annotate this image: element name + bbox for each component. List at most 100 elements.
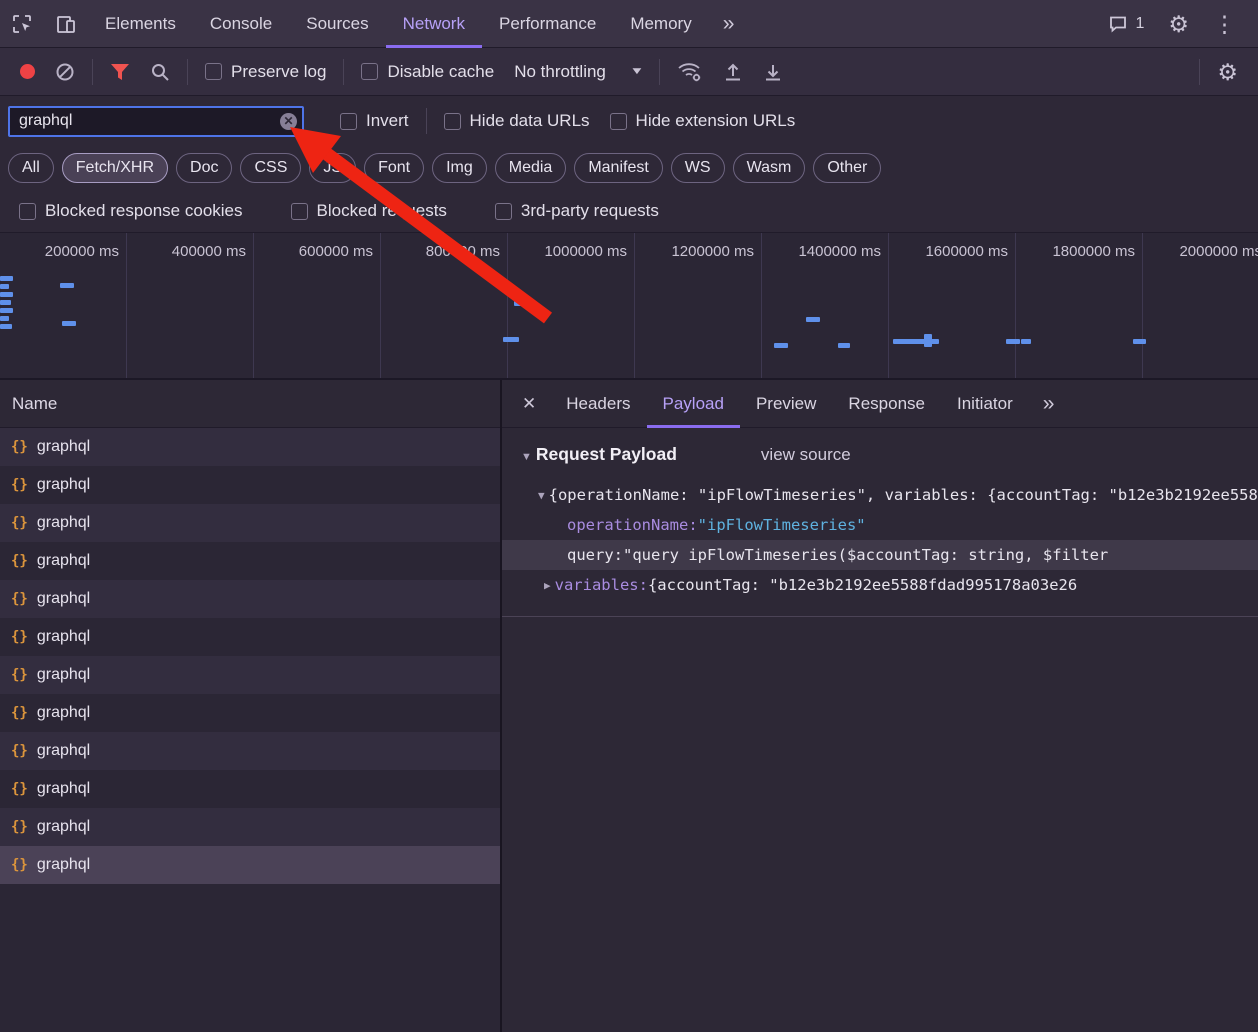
devtools-tab-memory[interactable]: Memory <box>613 0 708 48</box>
type-chip-ws[interactable]: WS <box>671 153 725 183</box>
checkbox-box[interactable] <box>291 203 308 220</box>
network-settings-gear-icon[interactable]: ⚙ <box>1207 48 1248 96</box>
request-row[interactable]: {} graphql <box>0 542 500 580</box>
request-row[interactable]: {}graphql <box>0 504 500 542</box>
search-network-button[interactable] <box>140 54 180 90</box>
json-file-icon: {} <box>11 819 28 835</box>
divider <box>659 59 660 85</box>
devtools-tab-elements[interactable]: Elements <box>88 0 193 48</box>
filter-input[interactable] <box>8 106 304 137</box>
chevron-down-icon: ▼ <box>629 66 644 77</box>
request-name: graphql <box>37 552 90 570</box>
preserve-log-checkbox[interactable]: Preserve log <box>195 62 336 82</box>
payload-entry-operationName[interactable]: operationName: "ipFlowTimeseries" <box>502 510 1258 540</box>
device-toolbar-button[interactable] <box>44 0 88 48</box>
checkbox-box[interactable] <box>610 113 627 130</box>
request-row[interactable]: {}graphql <box>0 618 500 656</box>
checkbox-box[interactable] <box>19 203 36 220</box>
timeline-tick-label: 1400000 ms <box>798 243 881 260</box>
request-row[interactable]: {}graphql <box>0 732 500 770</box>
settings-gear-icon[interactable]: ⚙ <box>1158 0 1199 48</box>
type-chip-js[interactable]: JS <box>309 153 356 183</box>
funnel-icon <box>110 63 130 81</box>
request-row[interactable]: {}graphql <box>0 580 500 618</box>
kebab-menu-icon[interactable]: ⋮ <box>1203 0 1246 48</box>
checkbox-box[interactable] <box>340 113 357 130</box>
name-column-header[interactable]: Name <box>0 380 500 428</box>
section-divider <box>502 616 1258 617</box>
hide-data-urls-checkbox[interactable]: Hide data URLs <box>434 111 600 131</box>
more-panels-button[interactable]: » <box>709 12 749 36</box>
hide-extension-urls-checkbox[interactable]: Hide extension URLs <box>600 111 806 131</box>
device-toolbar-icon <box>55 13 77 35</box>
request-row[interactable]: {}graphql <box>0 770 500 808</box>
divider <box>1199 59 1200 85</box>
third-party-requests-checkbox[interactable]: 3rd-party requests <box>485 201 669 221</box>
devtools-tab-network[interactable]: Network <box>386 0 482 48</box>
timeline-overview[interactable]: 200000 ms400000 ms600000 ms800000 ms1000… <box>0 233 1258 380</box>
payload-value: {accountTag: "b12e3b2192ee5588fdad995178… <box>648 576 1077 594</box>
type-chip-media[interactable]: Media <box>495 153 567 183</box>
filter-toggle-button[interactable] <box>100 54 140 90</box>
collapse-triangle-icon[interactable]: ▼ <box>538 489 545 502</box>
expand-triangle-icon[interactable]: ▶ <box>544 579 551 592</box>
timeline-tick-label: 1600000 ms <box>925 243 1008 260</box>
close-icon[interactable]: ✕ <box>508 394 550 414</box>
request-row[interactable]: {}graphql <box>0 466 500 504</box>
view-source-link[interactable]: view source <box>761 445 851 465</box>
type-chip-wasm[interactable]: Wasm <box>733 153 806 183</box>
inspect-icon <box>11 13 33 35</box>
record-network-log-button[interactable] <box>10 54 45 90</box>
clear-filter-icon[interactable]: ✕ <box>280 113 297 130</box>
checkbox-box[interactable] <box>495 203 512 220</box>
more-detail-tabs-button[interactable]: » <box>1029 392 1069 416</box>
details-tab-bar: ✕ HeadersPayloadPreviewResponseInitiator… <box>502 380 1258 428</box>
type-chip-other[interactable]: Other <box>813 153 881 183</box>
request-row[interactable]: {}graphql <box>0 428 500 466</box>
json-file-icon: {} <box>11 743 28 759</box>
network-conditions-button[interactable] <box>667 54 713 90</box>
type-chip-font[interactable]: Font <box>364 153 424 183</box>
devtools-tab-sources[interactable]: Sources <box>289 0 385 48</box>
console-messages-button[interactable]: 1 <box>1098 14 1154 34</box>
filter-bar: ✕ Invert Hide data URLs Hide extension U… <box>0 96 1258 146</box>
export-har-button[interactable] <box>753 54 793 90</box>
details-tab-preview[interactable]: Preview <box>740 380 832 428</box>
clear-network-log-button[interactable] <box>45 54 85 90</box>
disable-cache-checkbox[interactable]: Disable cache <box>351 62 504 82</box>
payload-entry-variables[interactable]: ▶variables: {accountTag: "b12e3b2192ee55… <box>502 570 1258 600</box>
payload-root-row[interactable]: ▼ {operationName: "ipFlowTimeseries", va… <box>502 480 1258 510</box>
devtools-tab-bar: ElementsConsoleSourcesNetworkPerformance… <box>0 0 1258 48</box>
request-row[interactable]: {}graphql <box>0 694 500 732</box>
blocked-requests-checkbox[interactable]: Blocked requests <box>281 201 457 221</box>
import-har-button[interactable] <box>713 54 753 90</box>
checkbox-box[interactable] <box>205 63 222 80</box>
devtools-tab-console[interactable]: Console <box>193 0 289 48</box>
invert-checkbox[interactable]: Invert <box>330 111 419 131</box>
timeline-segment: 800000 ms <box>381 233 508 378</box>
details-tab-payload[interactable]: Payload <box>647 380 740 428</box>
json-file-icon: {} <box>11 553 28 569</box>
type-chip-fetch-xhr[interactable]: Fetch/XHR <box>62 153 168 183</box>
request-row[interactable]: {}graphql <box>0 808 500 846</box>
checkbox-box[interactable] <box>361 63 378 80</box>
details-tab-response[interactable]: Response <box>832 380 941 428</box>
type-chip-all[interactable]: All <box>8 153 54 183</box>
request-row[interactable]: {}graphql <box>0 846 500 884</box>
divider <box>426 108 427 134</box>
type-chip-css[interactable]: CSS <box>240 153 301 183</box>
payload-entry-query[interactable]: query: "query ipFlowTimeseries($accountT… <box>502 540 1258 570</box>
throttling-select[interactable]: No throttling ▼ <box>504 62 652 82</box>
blocked-response-cookies-checkbox[interactable]: Blocked response cookies <box>9 201 253 221</box>
collapse-triangle-icon[interactable]: ▼ <box>521 451 532 463</box>
request-row[interactable]: {}graphql <box>0 656 500 694</box>
details-tab-headers[interactable]: Headers <box>550 380 646 428</box>
type-chip-img[interactable]: Img <box>432 153 487 183</box>
timeline-request-bar <box>503 337 519 342</box>
type-chip-manifest[interactable]: Manifest <box>574 153 662 183</box>
type-chip-doc[interactable]: Doc <box>176 153 232 183</box>
inspect-element-button[interactable] <box>0 0 44 48</box>
devtools-tab-performance[interactable]: Performance <box>482 0 613 48</box>
checkbox-box[interactable] <box>444 113 461 130</box>
details-tab-initiator[interactable]: Initiator <box>941 380 1029 428</box>
